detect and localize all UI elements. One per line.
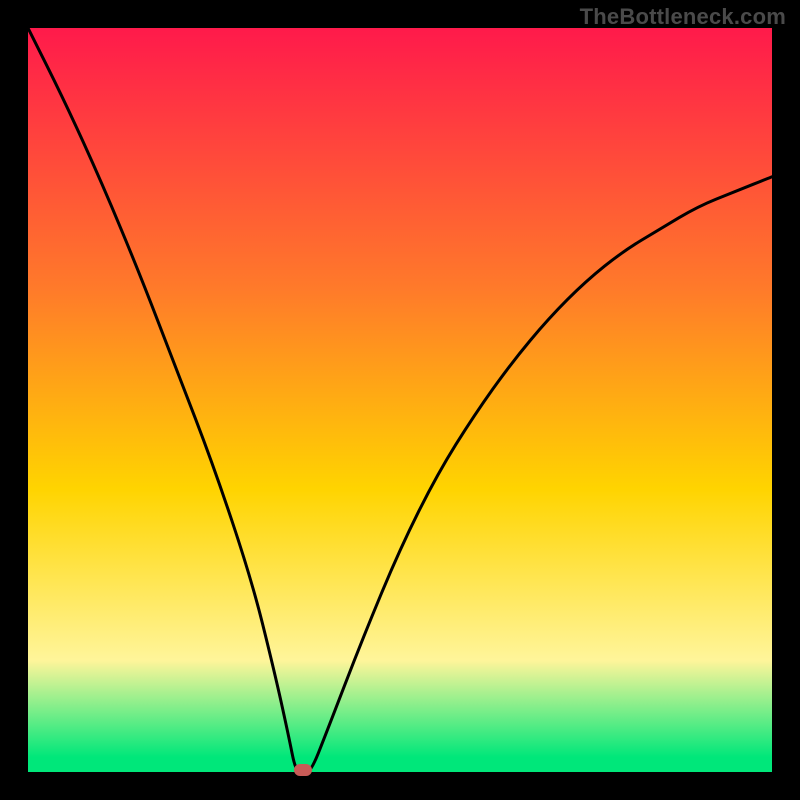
gradient-background — [28, 28, 772, 772]
optimal-marker — [294, 764, 312, 776]
chart-frame: TheBottleneck.com — [0, 0, 800, 800]
plot-area — [28, 28, 772, 772]
chart-svg — [28, 28, 772, 772]
watermark-text: TheBottleneck.com — [580, 4, 786, 30]
